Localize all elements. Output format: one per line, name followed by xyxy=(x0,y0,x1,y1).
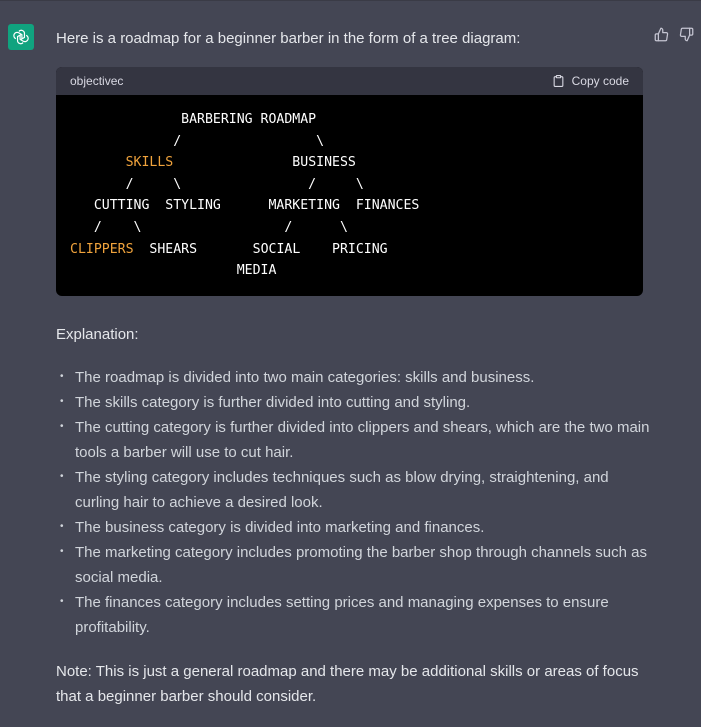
code-line: / \ / \ xyxy=(70,220,348,235)
list-item: The finances category includes setting p… xyxy=(56,589,656,640)
code-highlight: CLIPPERS xyxy=(70,241,134,257)
explanation-list: The roadmap is divided into two main cat… xyxy=(56,364,656,640)
code-line: SKILLS BUSINESS xyxy=(70,155,356,170)
code-line: CLIPPERS SHEARS SOCIAL PRICING xyxy=(70,242,388,257)
code-line: CUTTING STYLING MARKETING FINANCES xyxy=(70,198,420,214)
code-language-label: objectivec xyxy=(70,73,124,88)
code-text: / \ / \ xyxy=(70,176,364,192)
list-item: The cutting category is further divided … xyxy=(56,414,656,465)
code-text: BARBERING ROADMAP xyxy=(70,112,317,127)
code-text: / \ xyxy=(70,133,325,149)
openai-logo-icon xyxy=(13,29,29,45)
intro-text: Here is a roadmap for a beginner barber … xyxy=(56,30,521,47)
copy-code-label: Copy code xyxy=(571,73,629,88)
copy-code-button[interactable]: Copy code xyxy=(552,69,629,94)
list-item: The skills category is further divided i… xyxy=(56,389,656,415)
code-line: MEDIA xyxy=(70,263,277,279)
code-text: SHEARS SOCIAL PRICING xyxy=(133,241,388,257)
thumbs-down-icon xyxy=(679,27,693,41)
thumbs-down-button[interactable] xyxy=(678,26,694,42)
code-block: objectivec Copy code BARBERING ROADMAP /… xyxy=(56,67,643,296)
code-text: BUSINESS xyxy=(173,155,356,171)
note-text: Note: This is just a general roadmap and… xyxy=(56,663,639,705)
assistant-message: Here is a roadmap for a beginner barber … xyxy=(56,26,656,709)
code-text: / \ / \ xyxy=(70,219,348,235)
list-item: The styling category includes techniques… xyxy=(56,464,656,515)
code-text: MEDIA xyxy=(70,263,277,279)
code-content: BARBERING ROADMAP / \ SKILLS BUSINESS / … xyxy=(56,95,643,296)
top-divider xyxy=(0,0,701,1)
clipboard-icon xyxy=(553,75,563,87)
code-header: objectivec Copy code xyxy=(56,67,643,95)
code-line: / \ / \ xyxy=(70,177,364,192)
code-line: / \ xyxy=(70,134,324,149)
list-item: The marketing category includes promotin… xyxy=(56,539,656,590)
list-item: The roadmap is divided into two main cat… xyxy=(56,364,656,390)
code-line: BARBERING ROADMAP xyxy=(70,112,316,127)
assistant-avatar xyxy=(8,24,34,50)
code-highlight: SKILLS xyxy=(125,155,174,171)
list-item: The business category is divided into ma… xyxy=(56,514,656,540)
code-text: CUTTING STYLING MARKETING FINANCES xyxy=(70,198,420,214)
explanation-heading: Explanation: xyxy=(56,326,139,343)
